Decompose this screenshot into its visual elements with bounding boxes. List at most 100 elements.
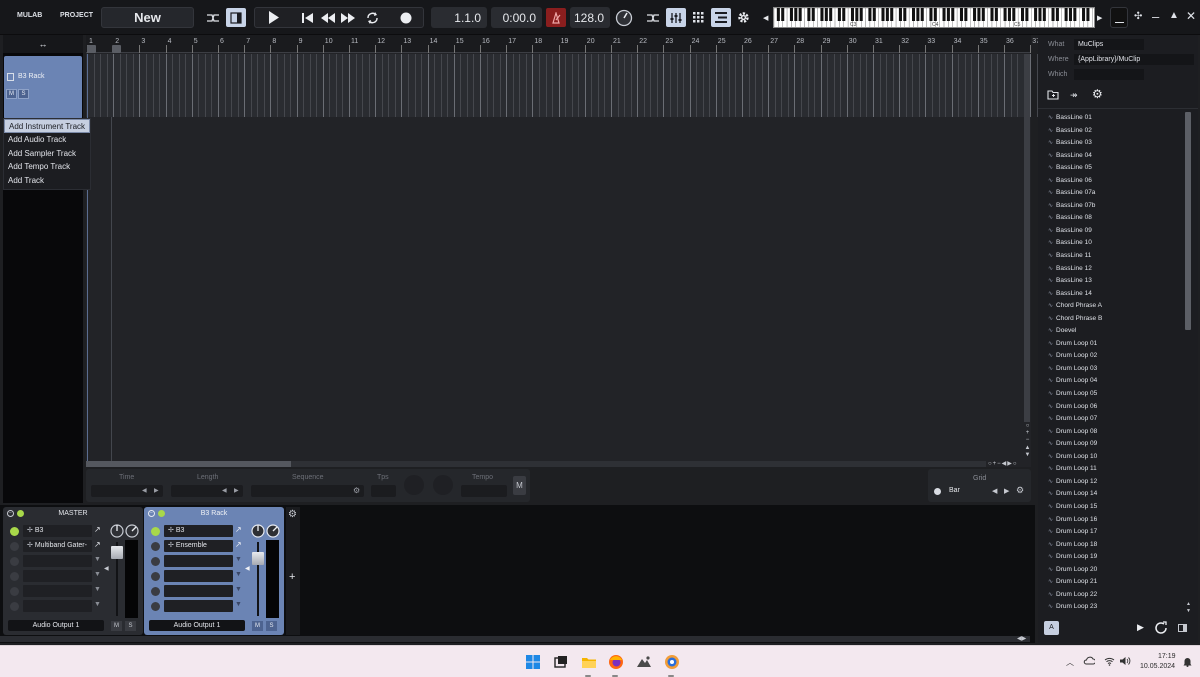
black-key[interactable]: [881, 8, 885, 21]
clock-time[interactable]: 17:19: [1158, 653, 1176, 660]
muclip-list-item[interactable]: ∿ BassLine 08: [1042, 212, 1184, 225]
horizontal-scrollbar-thumb[interactable]: [86, 461, 291, 467]
master-volume-knob-icon[interactable]: [614, 8, 634, 27]
black-key[interactable]: [933, 8, 937, 21]
muclip-list-item[interactable]: ∿ Drum Loop 21: [1042, 576, 1184, 589]
browser-settings-gear-icon[interactable]: ⚙: [1092, 87, 1103, 101]
maximize-icon[interactable]: ▲: [1169, 10, 1179, 21]
volume-fader-handle[interactable]: [111, 546, 123, 559]
length-next-icon[interactable]: ▶: [234, 487, 239, 494]
slot-3-empty[interactable]: [164, 555, 233, 567]
menu-item-add-instrument-track[interactable]: Add Instrument Track: [4, 119, 90, 133]
muclip-list-item[interactable]: ∿ BassLine 13: [1042, 275, 1184, 288]
slot-1-plugin[interactable]: ✢ B3: [164, 525, 233, 537]
black-key[interactable]: [916, 8, 920, 21]
muclip-list-item[interactable]: ∿ Drum Loop 07: [1042, 413, 1184, 426]
playhead[interactable]: [87, 54, 88, 462]
horizontal-scrollbar-track[interactable]: [86, 461, 986, 467]
project-name-field[interactable]: New: [101, 7, 194, 28]
slot-2-led[interactable]: [151, 542, 160, 551]
mixer-strip-master[interactable]: − MASTER ✢ B3 ↗ ✢ Multiband Gater- ↗ ▼ ▼…: [3, 507, 143, 635]
speaker-volume-icon[interactable]: [1119, 656, 1131, 666]
task-view-icon[interactable]: [553, 654, 569, 670]
slot-3-dropdown-icon[interactable]: ▼: [235, 556, 242, 563]
folder-icon[interactable]: [1047, 89, 1059, 100]
list-view-icon[interactable]: [711, 8, 731, 27]
muclip-list-item[interactable]: ∿ BassLine 04: [1042, 150, 1184, 163]
metronome-icon[interactable]: [546, 8, 566, 27]
grid-value[interactable]: Bar: [949, 487, 960, 494]
move-window-icon[interactable]: ✣: [1134, 11, 1142, 22]
slot-2-plugin[interactable]: ✢ Multiband Gater-: [23, 540, 92, 552]
slot-1-open-icon[interactable]: ↗: [94, 525, 101, 534]
grid-prev-icon[interactable]: ◀: [992, 487, 997, 495]
arrangement-timeline[interactable]: 1 2 3 4 5 6 7 8 9 10 11 12 13 14 15 16 17 18 19 20 21 22 23 24 2…: [86, 35, 1051, 467]
routing-icon[interactable]: [203, 8, 223, 27]
strip-solo-button[interactable]: S: [125, 621, 136, 631]
slot-2-open-icon[interactable]: ↗: [94, 540, 101, 549]
jump-to-icon[interactable]: ↠: [1070, 90, 1078, 101]
rewind-icon[interactable]: [318, 8, 338, 27]
black-key[interactable]: [990, 8, 994, 21]
black-key[interactable]: [1068, 8, 1073, 21]
tempo-display[interactable]: 128.0: [570, 7, 610, 28]
add-mixer-strip-button[interactable]: +: [289, 571, 295, 583]
grid-next-icon[interactable]: ▶: [1004, 487, 1009, 495]
pan-and-volume-knobs[interactable]: [110, 523, 140, 539]
slot-6-dropdown-icon[interactable]: ▼: [235, 601, 242, 608]
black-key[interactable]: [1038, 8, 1042, 21]
vertical-scrollbar[interactable]: [1024, 54, 1030, 422]
play-icon[interactable]: [264, 8, 284, 27]
mixer-toggle-icon[interactable]: [666, 8, 686, 27]
muclip-list-item[interactable]: ∿ Chord Phrase B: [1042, 313, 1184, 326]
time-next-icon[interactable]: ▶: [154, 487, 159, 494]
black-key[interactable]: [911, 8, 916, 21]
black-key[interactable]: [1020, 8, 1025, 21]
sequence-mute-button[interactable]: M: [513, 476, 526, 495]
black-key[interactable]: [837, 8, 841, 21]
app-name[interactable]: MULAB: [17, 12, 42, 19]
muclip-list-item[interactable]: ∿ BassLine 14: [1042, 288, 1184, 301]
refresh-icon[interactable]: [1154, 621, 1168, 635]
browser-scrollbar-thumb[interactable]: [1185, 112, 1191, 330]
muclip-list-item[interactable]: ∿ Drum Loop 23: [1042, 601, 1184, 614]
muclip-list-item[interactable]: ∿ BassLine 10: [1042, 237, 1184, 250]
muclip-list-item[interactable]: ∿ Drum Loop 14: [1042, 488, 1184, 501]
white-key[interactable]: [1092, 8, 1095, 28]
black-key[interactable]: [829, 8, 833, 21]
black-key[interactable]: [1051, 8, 1055, 21]
go-to-start-icon[interactable]: [298, 8, 318, 27]
slot-5-empty[interactable]: [164, 585, 233, 597]
tps-field[interactable]: [371, 485, 396, 497]
black-key[interactable]: [824, 8, 828, 21]
panel-options-icon[interactable]: [1178, 624, 1187, 632]
settings-gear-icon[interactable]: [733, 8, 753, 27]
tempo-field[interactable]: [461, 485, 507, 497]
muclip-list-item[interactable]: ∿ Drum Loop 12: [1042, 476, 1184, 489]
black-key[interactable]: [850, 8, 855, 21]
slot-2-open-icon[interactable]: ↗: [235, 540, 242, 549]
muclip-list-item[interactable]: ∿ Drum Loop 02: [1042, 350, 1184, 363]
slot-3-empty[interactable]: [23, 555, 92, 567]
black-key[interactable]: [811, 8, 815, 21]
what-field[interactable]: MuClips: [1074, 39, 1144, 50]
muclip-list-item[interactable]: ∿ BassLine 06: [1042, 175, 1184, 188]
slot-6-empty[interactable]: [164, 600, 233, 612]
dock-icon[interactable]: [1115, 22, 1124, 23]
muclip-list-item[interactable]: ∿ BassLine 07b: [1042, 200, 1184, 213]
start-windows-icon[interactable]: [525, 654, 541, 670]
black-key[interactable]: [1012, 8, 1016, 21]
muclip-list-item[interactable]: ∿ Chord Phrase A: [1042, 300, 1184, 313]
length-field[interactable]: ◀ ▶: [171, 485, 243, 497]
slot-4-dropdown-icon[interactable]: ▼: [94, 571, 101, 578]
black-key[interactable]: [981, 8, 985, 21]
muclip-list-item[interactable]: ∿ BassLine 01: [1042, 112, 1184, 125]
black-key[interactable]: [1086, 8, 1090, 21]
tray-overflow-icon[interactable]: ︿: [1066, 657, 1074, 668]
muclip-list-item[interactable]: ∿ Drum Loop 18: [1042, 539, 1184, 552]
slot-5-led[interactable]: [10, 587, 19, 596]
muclip-list[interactable]: ∿ BassLine 01 ∿ BassLine 02 ∿ BassLine 03 ∿ Bas…: [1042, 112, 1184, 614]
slot-3-led[interactable]: [151, 557, 160, 566]
black-key[interactable]: [1034, 8, 1038, 21]
muclip-list-item[interactable]: ∿ BassLine 12: [1042, 263, 1184, 276]
